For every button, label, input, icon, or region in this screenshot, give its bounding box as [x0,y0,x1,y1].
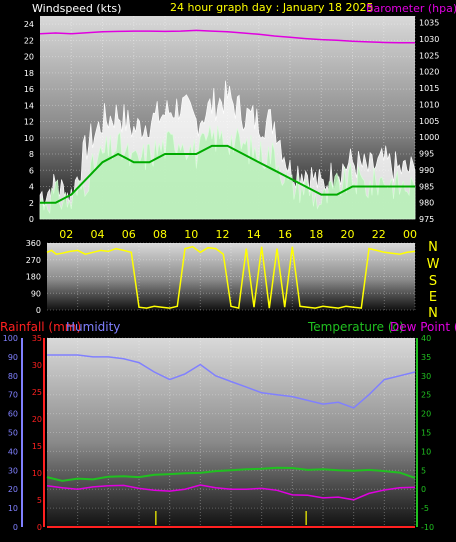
time-axis-label-top: 08 [153,228,167,241]
direction-letter-e: E [429,290,437,305]
time-axis-label-top: 06 [122,228,136,241]
time-axis-label-top: 14 [247,228,261,241]
barometer-y-tick-label: 1025 [419,51,439,60]
humidity-y-tick-label: 10 [8,504,18,513]
wind-y-tick-label: 24 [24,20,34,29]
barometer-axis-title: Barometer (hpa) [366,2,456,15]
direction-letter-n-bottom: N [428,306,438,321]
humidity-y-tick-label: 30 [8,466,18,475]
rainfall-y-tick-label: 0 [37,523,42,532]
barometer-y-tick-label: 1030 [419,35,439,44]
barometer-y-tick-label: 995 [419,150,434,159]
time-axis-label-top: 18 [309,228,323,241]
windspeed-axis-title: Windspeed (kts) [32,2,121,15]
time-axis-label-top: 02 [59,228,73,241]
barometer-y-tick-label: 1035 [419,19,439,28]
direction-y-tick-label: 90 [31,289,41,298]
barometer-y-tick-label: 980 [419,199,434,208]
temperature-y-tick-label: 20 [421,410,431,419]
rainfall-y-tick-label: 15 [32,442,42,451]
rainfall-y-tick-label: 20 [32,415,42,424]
humidity-y-tick-label: 100 [3,334,18,343]
dewpoint-axis-title: Dew Point (c) [390,320,456,334]
wind-y-tick-label: 14 [24,101,34,110]
humidity-axis-title: Humidity [66,320,120,334]
barometer-y-tick-label: 990 [419,166,434,175]
wind-y-tick-label: 18 [24,69,34,78]
weather-graph: Windspeed (kts) 24 hour graph day : Janu… [0,1,456,532]
time-axis-label-top: 16 [278,228,292,241]
humidity-y-tick-label: 0 [13,523,18,532]
temperature-y-tick-label: 30 [421,372,431,381]
wind-y-tick-label: 20 [24,53,34,62]
humidity-y-tick-label: 50 [8,429,18,438]
humidity-y-tick-label: 80 [8,372,18,381]
humidity-y-tick-label: 70 [8,391,18,400]
rainfall-y-tick-label: 10 [32,469,42,478]
direction-letter-n-top: N [428,240,438,255]
temperature-y-tick-label: 35 [421,353,431,362]
wind-y-tick-label: 8 [29,150,34,159]
temperature-y-tick-label: 0 [421,485,426,494]
wind-y-tick-label: 2 [29,199,34,208]
humidity-y-tick-label: 90 [8,353,18,362]
time-axis-label-top: 20 [341,228,355,241]
temperature-y-tick-label: -10 [421,523,434,532]
humidity-y-tick-label: 60 [8,410,18,419]
barometer-y-tick-label: 1010 [419,100,439,109]
rainfall-y-tick-label: 35 [32,334,42,343]
wind-y-tick-label: 10 [24,134,34,143]
barometer-y-tick-label: 1020 [419,68,439,77]
time-axis-label-top: 12 [216,228,230,241]
barometer-y-tick-label: 975 [419,215,434,224]
temperature-y-tick-label: 5 [421,466,426,475]
direction-y-tick-label: 180 [26,273,41,282]
barometer-y-tick-label: 1000 [419,133,439,142]
direction-y-tick-label: 0 [36,306,41,315]
temperature-y-tick-label: -5 [421,504,429,513]
humidity-y-tick-label: 20 [8,485,18,494]
rainfall-y-tick-label: 5 [37,496,42,505]
wind-y-tick-label: 12 [24,118,34,127]
wind-y-tick-label: 22 [24,36,34,45]
wind-y-tick-label: 16 [24,85,34,94]
rainfall-y-tick-label: 25 [32,388,42,397]
rainfall-y-tick-label: 30 [32,361,42,370]
barometer-y-tick-label: 985 [419,182,434,191]
direction-letter-w: W [427,257,440,272]
temperature-y-tick-label: 25 [421,391,431,400]
temperature-y-tick-label: 40 [421,334,431,343]
wind-y-tick-label: 6 [29,166,34,175]
direction-y-tick-label: 270 [26,256,41,265]
direction-y-tick-label: 360 [26,239,41,248]
direction-letter-s: S [429,274,437,289]
wind-y-tick-label: 0 [29,215,34,224]
barometer-y-tick-label: 1005 [419,117,439,126]
time-axis-label-top: 10 [184,228,198,241]
graph-title: 24 hour graph day : January 18 2025 [170,1,374,14]
temperature-y-tick-label: 15 [421,429,431,438]
wind-y-tick-label: 4 [29,183,34,192]
time-axis-label-top: 04 [91,228,105,241]
barometer-y-tick-label: 1015 [419,84,439,93]
time-axis-label-top: 22 [372,228,386,241]
time-axis-label-top: 00 [403,228,417,241]
temperature-y-tick-label: 10 [421,447,431,456]
humidity-y-tick-label: 40 [8,447,18,456]
